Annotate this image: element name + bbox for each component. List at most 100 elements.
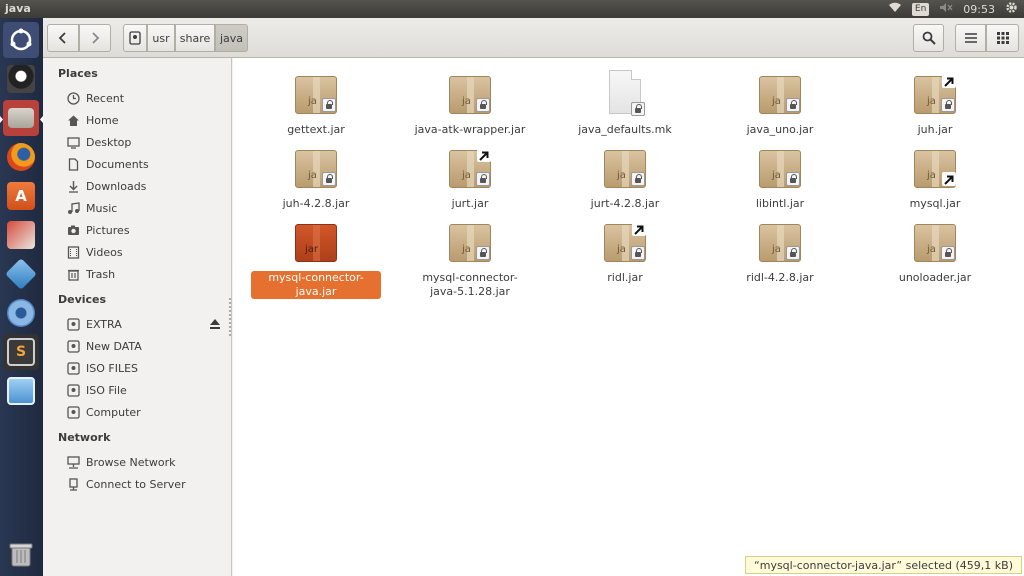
jar-archive-icon: ja — [448, 74, 492, 118]
file-name: java_uno.jar — [746, 123, 814, 136]
image-viewer-icon[interactable] — [3, 373, 39, 409]
launcher: A S — [0, 18, 43, 576]
firefox-icon[interactable] — [3, 139, 39, 175]
search-button[interactable] — [913, 24, 944, 52]
file-item[interactable]: ja libintl.jar — [715, 148, 845, 211]
virtualbox-icon[interactable] — [3, 256, 39, 292]
search-icon — [922, 31, 936, 45]
sidebar-item-label: Videos — [86, 245, 123, 259]
file-item[interactable]: ja jurt.jar — [405, 148, 535, 211]
chevron-left-icon — [58, 32, 66, 44]
devices-heading: Devices — [58, 293, 107, 306]
sidebar-item-recent[interactable]: Recent — [43, 87, 231, 109]
forward-button[interactable] — [79, 24, 111, 52]
symlink-arrow-icon — [477, 148, 491, 162]
menu-icon — [964, 33, 977, 43]
file-item[interactable]: ja gettext.jar — [251, 74, 381, 137]
sidebar-item-iso-files[interactable]: ISO FILES — [43, 357, 231, 379]
jar-archive-icon: ja — [294, 74, 338, 118]
system-settings-icon[interactable] — [3, 217, 39, 253]
file-item[interactable]: java_defaults.mk — [560, 68, 690, 137]
file-item[interactable]: ja ridl-4.2.8.jar — [715, 222, 845, 285]
sidebar-item-extra[interactable]: EXTRA — [43, 313, 231, 335]
clock[interactable]: 09:53 — [963, 3, 995, 16]
volume-muted-icon[interactable] — [939, 2, 953, 16]
lock-icon — [631, 172, 645, 186]
symlink-arrow-icon — [632, 222, 646, 236]
network-icon — [67, 455, 80, 469]
inkscape-icon[interactable] — [3, 61, 39, 97]
file-name: java-atk-wrapper.jar — [414, 123, 526, 136]
document-icon — [67, 157, 80, 171]
sidebar-item-home[interactable]: Home — [43, 109, 231, 131]
tweak-icon[interactable] — [3, 295, 39, 331]
wifi-icon[interactable] — [888, 2, 902, 16]
files-icon[interactable] — [3, 100, 39, 136]
file-item[interactable]: ja unoloader.jar — [870, 222, 1000, 285]
sidebar-item-connect-to-server[interactable]: Connect to Server — [43, 473, 231, 495]
sidebar-item-label: Pictures — [86, 223, 130, 237]
sidebar-resize-handle[interactable] — [229, 298, 231, 338]
file-item[interactable]: ja juh.jar — [870, 74, 1000, 137]
file-name: gettext.jar — [287, 123, 345, 136]
file-item[interactable]: ja mysql.jar — [870, 148, 1000, 211]
sidebar-item-pictures[interactable]: Pictures — [43, 219, 231, 241]
file-name: ridl-4.2.8.jar — [746, 271, 814, 284]
sidebar-item-computer[interactable]: Computer — [43, 401, 231, 423]
sidebar-item-label: ISO File — [86, 383, 127, 397]
file-item[interactable]: ja juh-4.2.8.jar — [251, 148, 381, 211]
sidebar-item-label: Documents — [86, 157, 149, 171]
sidebar-item-label: Browse Network — [86, 455, 176, 469]
file-item-selected[interactable]: jar mysql-connector-java.jar — [251, 222, 381, 299]
jar-archive-icon: ja — [913, 222, 957, 266]
file-item[interactable]: ja ridl.jar — [560, 222, 690, 285]
file-name: ridl.jar — [607, 271, 643, 284]
drive-icon — [67, 339, 80, 353]
grid-view-button[interactable] — [986, 24, 1019, 52]
sidebar-item-browse-network[interactable]: Browse Network — [43, 451, 231, 473]
back-button[interactable] — [47, 24, 79, 52]
file-item[interactable]: ja mysql-connector-java-5.1.28.jar — [405, 222, 535, 299]
jar-archive-icon: ja — [603, 148, 647, 192]
sidebar-item-label: Computer — [86, 405, 141, 419]
file-item[interactable]: ja java-atk-wrapper.jar — [405, 74, 535, 137]
text-file-icon — [603, 68, 647, 118]
eject-icon[interactable] — [209, 318, 221, 330]
dash-icon[interactable] — [3, 22, 39, 58]
list-view-button[interactable] — [955, 24, 986, 52]
keyboard-layout-indicator[interactable]: En — [911, 2, 930, 16]
sidebar-item-trash[interactable]: Trash — [43, 263, 231, 285]
software-center-icon[interactable]: A — [3, 178, 39, 214]
sidebar-item-label: New DATA — [86, 339, 142, 353]
breadcrumb-usr[interactable]: usr — [147, 24, 175, 52]
file-name: juh-4.2.8.jar — [282, 197, 350, 210]
sidebar-item-new-data[interactable]: New DATA — [43, 335, 231, 357]
sidebar-item-iso-file[interactable]: ISO File — [43, 379, 231, 401]
sidebar-item-documents[interactable]: Documents — [43, 153, 231, 175]
sidebar-item-videos[interactable]: Videos — [43, 241, 231, 263]
breadcrumb-java[interactable]: java — [215, 24, 248, 52]
file-item[interactable]: ja java_uno.jar — [715, 74, 845, 137]
symlink-arrow-icon — [942, 74, 956, 88]
file-name: unoloader.jar — [898, 271, 972, 284]
drive-icon — [67, 317, 80, 331]
file-item[interactable]: ja jurt-4.2.8.jar — [560, 148, 690, 211]
file-name: mysql.jar — [909, 197, 961, 210]
sidebar-item-desktop[interactable]: Desktop — [43, 131, 231, 153]
breadcrumb-root[interactable] — [123, 24, 147, 52]
gear-icon[interactable] — [1005, 1, 1018, 17]
lock-icon — [941, 246, 955, 260]
lock-icon — [786, 246, 800, 260]
sublime-text-icon[interactable]: S — [3, 334, 39, 370]
lock-icon — [786, 98, 800, 112]
file-name: mysql-connector-java-5.1.28.jar — [422, 271, 518, 298]
lock-icon — [786, 172, 800, 186]
trash-icon[interactable] — [3, 536, 39, 572]
file-view[interactable]: ja gettext.jar ja java-atk-wrapper.jar j… — [233, 58, 1024, 576]
breadcrumb-share[interactable]: share — [175, 24, 215, 52]
jar-archive-icon: ja — [913, 148, 957, 192]
sidebar-item-downloads[interactable]: Downloads — [43, 175, 231, 197]
jar-archive-icon: ja — [758, 222, 802, 266]
sidebar-item-music[interactable]: Music — [43, 197, 231, 219]
desktop-icon — [67, 136, 80, 149]
